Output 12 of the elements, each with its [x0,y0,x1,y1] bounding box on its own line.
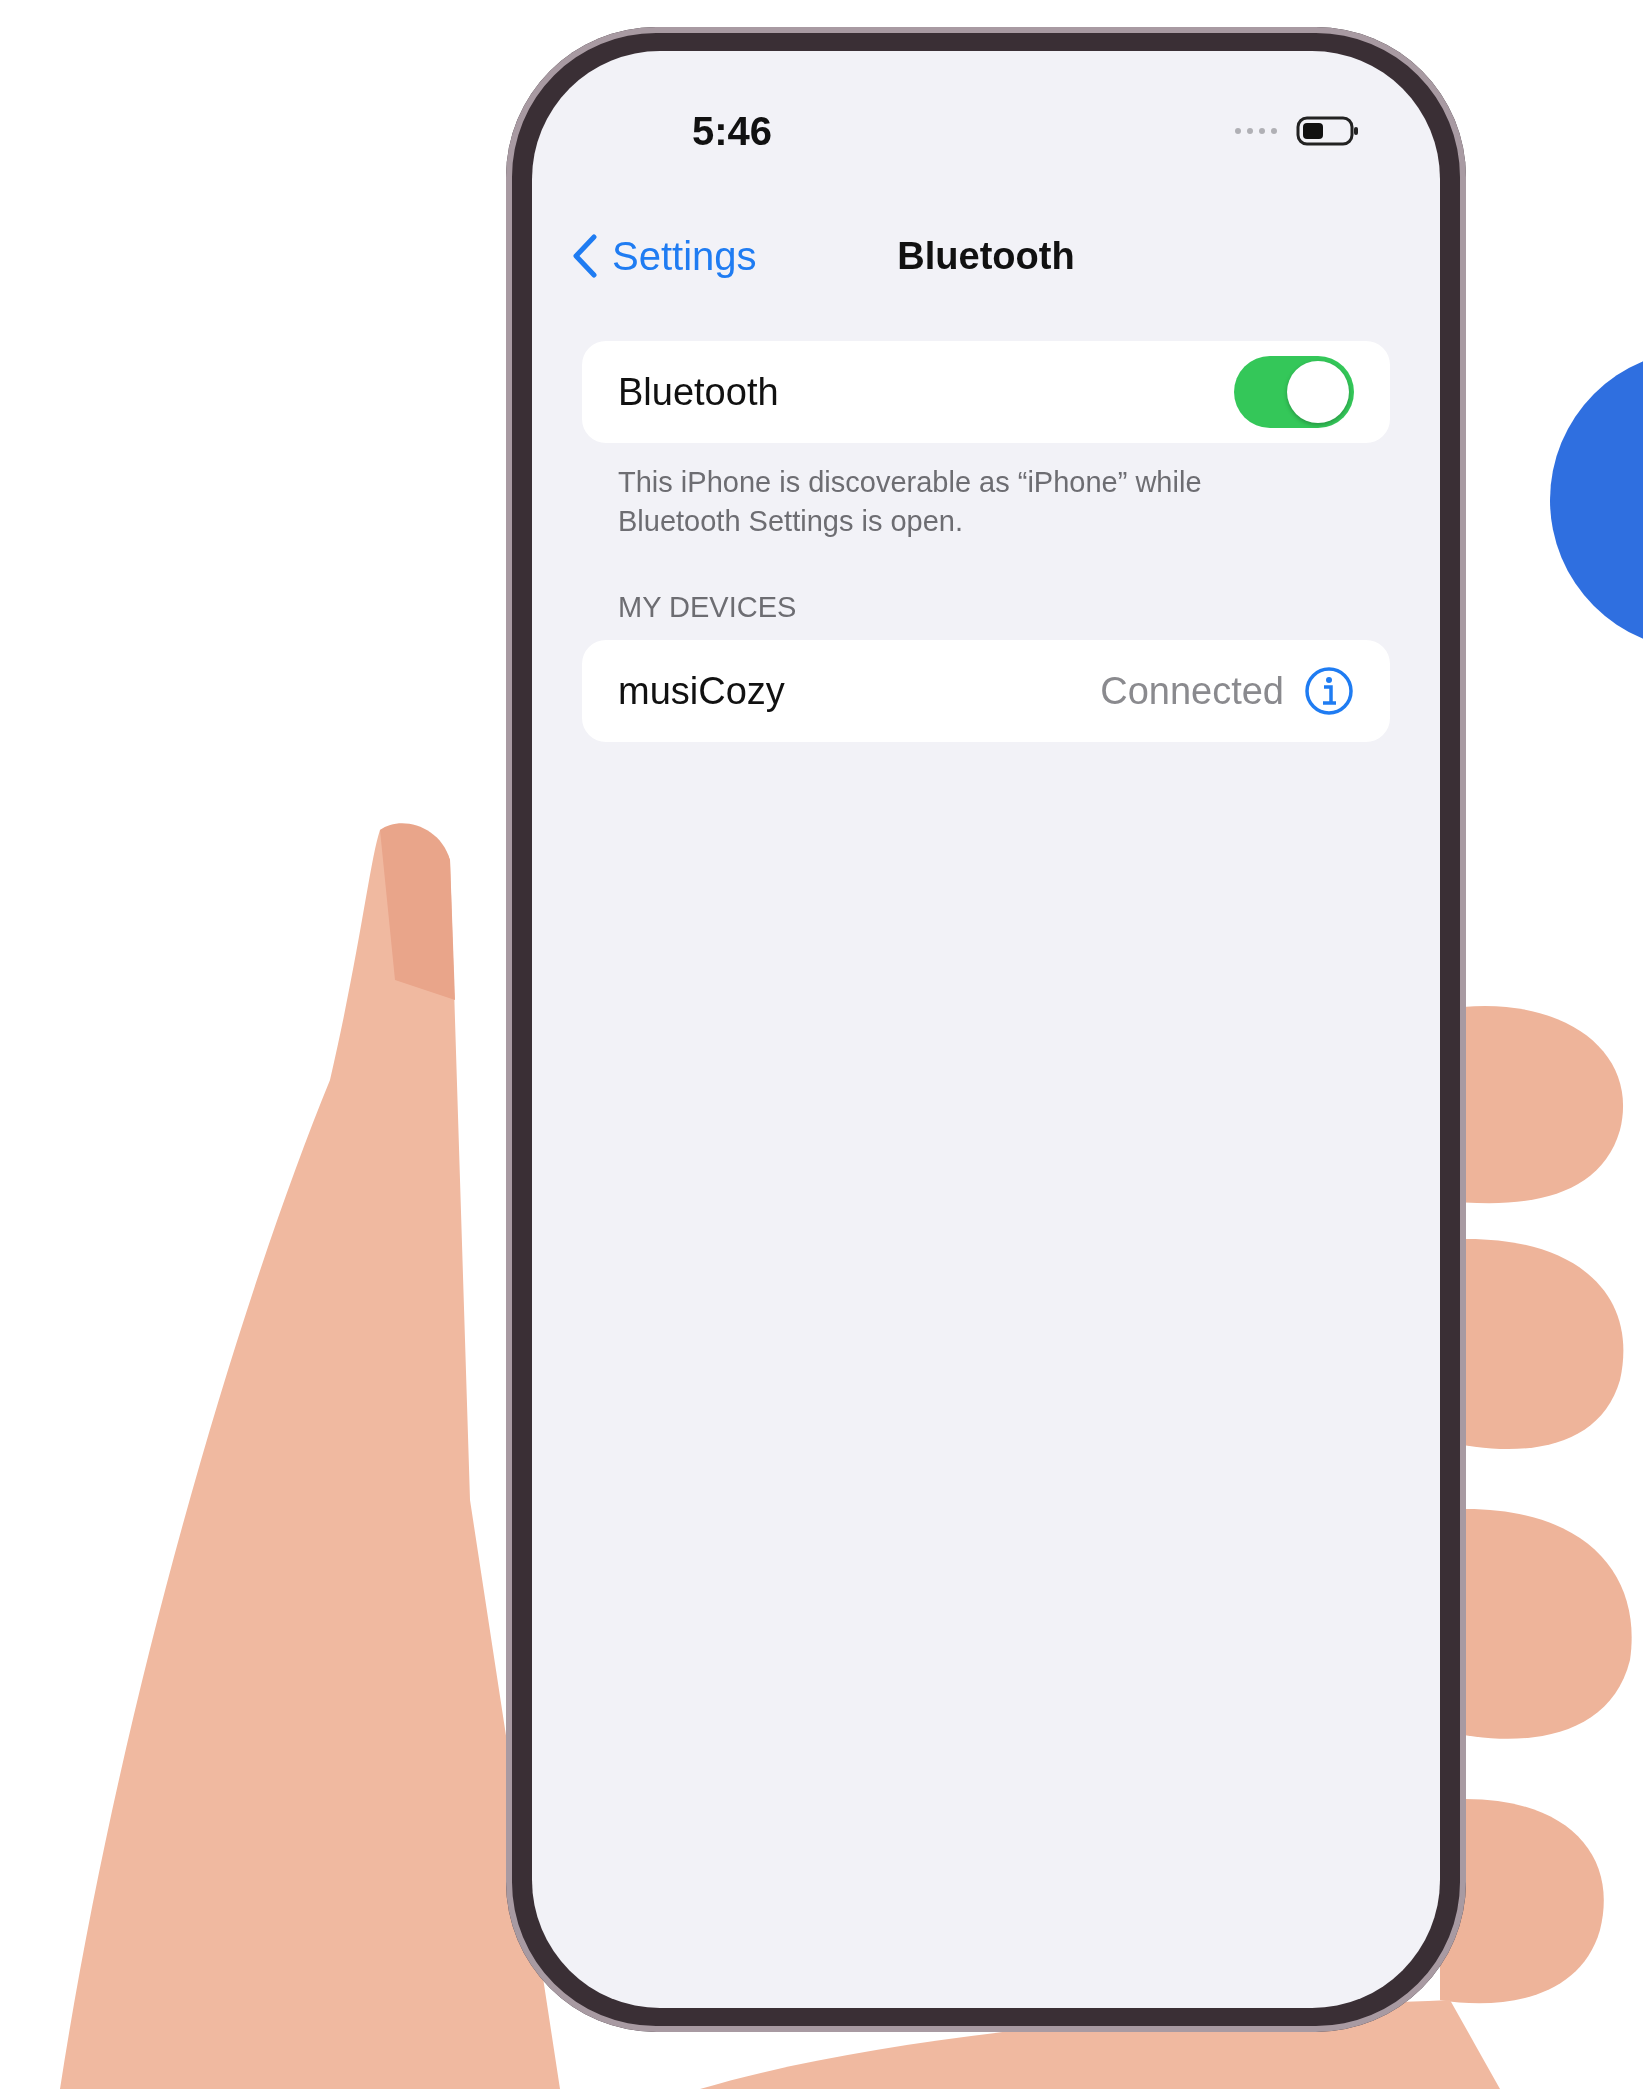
info-icon[interactable] [1304,666,1354,716]
bluetooth-label: Bluetooth [618,370,779,414]
device-status: Connected [1100,669,1284,713]
section-header: MY DEVICES [618,591,798,624]
device-name: musiCozy [618,669,785,713]
status-time: 5:46 [692,108,773,154]
signal-icon [1234,127,1280,135]
page-title: Bluetooth [897,234,1075,278]
battery-icon [1296,115,1360,147]
back-button[interactable]: Settings [572,233,757,279]
footer-note: This iPhone is discoverable as “iPhone” while Bluetooth Settings is open. [618,465,1203,539]
back-chevron-icon [572,234,598,278]
